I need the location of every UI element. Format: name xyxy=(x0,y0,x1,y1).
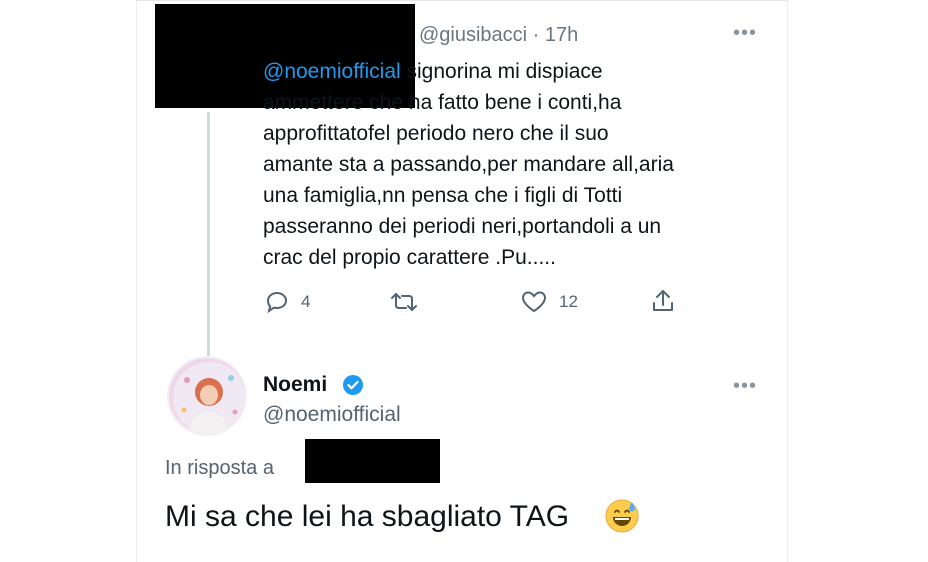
like-button[interactable]: 12 xyxy=(521,290,578,314)
tweet1-handle-time[interactable]: @giusibacci · 17h xyxy=(419,24,578,47)
tweet1-line: signorina mi dispiace xyxy=(406,60,603,83)
mention-link[interactable]: @noemiofficial xyxy=(263,60,401,83)
thread-line xyxy=(207,112,210,358)
top-divider xyxy=(137,0,787,1)
retweet-icon xyxy=(391,293,417,311)
grinning-sweat-emoji-icon xyxy=(604,498,640,539)
reply-icon xyxy=(266,291,288,314)
retweet-button[interactable] xyxy=(389,290,419,314)
heart-icon xyxy=(521,291,547,313)
tweet1-line: approfittatofel periodo nero che il suo xyxy=(263,122,609,145)
author-name[interactable]: Noemi xyxy=(263,373,327,397)
share-button[interactable] xyxy=(651,288,675,314)
tweet1-line: amante sta a passando,per mandare all,ar… xyxy=(263,153,674,176)
avatar[interactable] xyxy=(167,356,247,436)
tweet-thread-panel: @giusibacci · 17h ••• @noemiofficial sig… xyxy=(136,0,788,562)
reply-button[interactable]: 4 xyxy=(265,290,310,314)
verified-badge-icon xyxy=(342,374,364,401)
tweet1-line: ammettere che ha fatto bene i conti,ha xyxy=(263,91,622,114)
tweet1-line: passeranno dei periodi neri,portandoli a… xyxy=(263,215,662,238)
share-icon xyxy=(653,290,673,311)
tweet1-text: @noemiofficial signorina mi dispiace amm… xyxy=(263,56,773,273)
more-horizontal-icon[interactable]: ••• xyxy=(733,22,757,45)
tweet1-line: crac del propio carattere .Pu..... xyxy=(263,246,556,269)
more-horizontal-icon[interactable]: ••• xyxy=(733,375,757,398)
reply-count: 4 xyxy=(301,292,311,311)
reply-text: Mi sa che lei ha sbagliato TAG xyxy=(165,500,570,533)
reply-to-label: In risposta a xyxy=(165,457,274,479)
like-count: 12 xyxy=(559,292,578,311)
redacted-reply-target xyxy=(305,439,440,483)
author-handle[interactable]: @noemiofficial xyxy=(263,403,401,427)
tweet1-line: una famiglia,nn pensa che i figli di Tot… xyxy=(263,184,623,207)
